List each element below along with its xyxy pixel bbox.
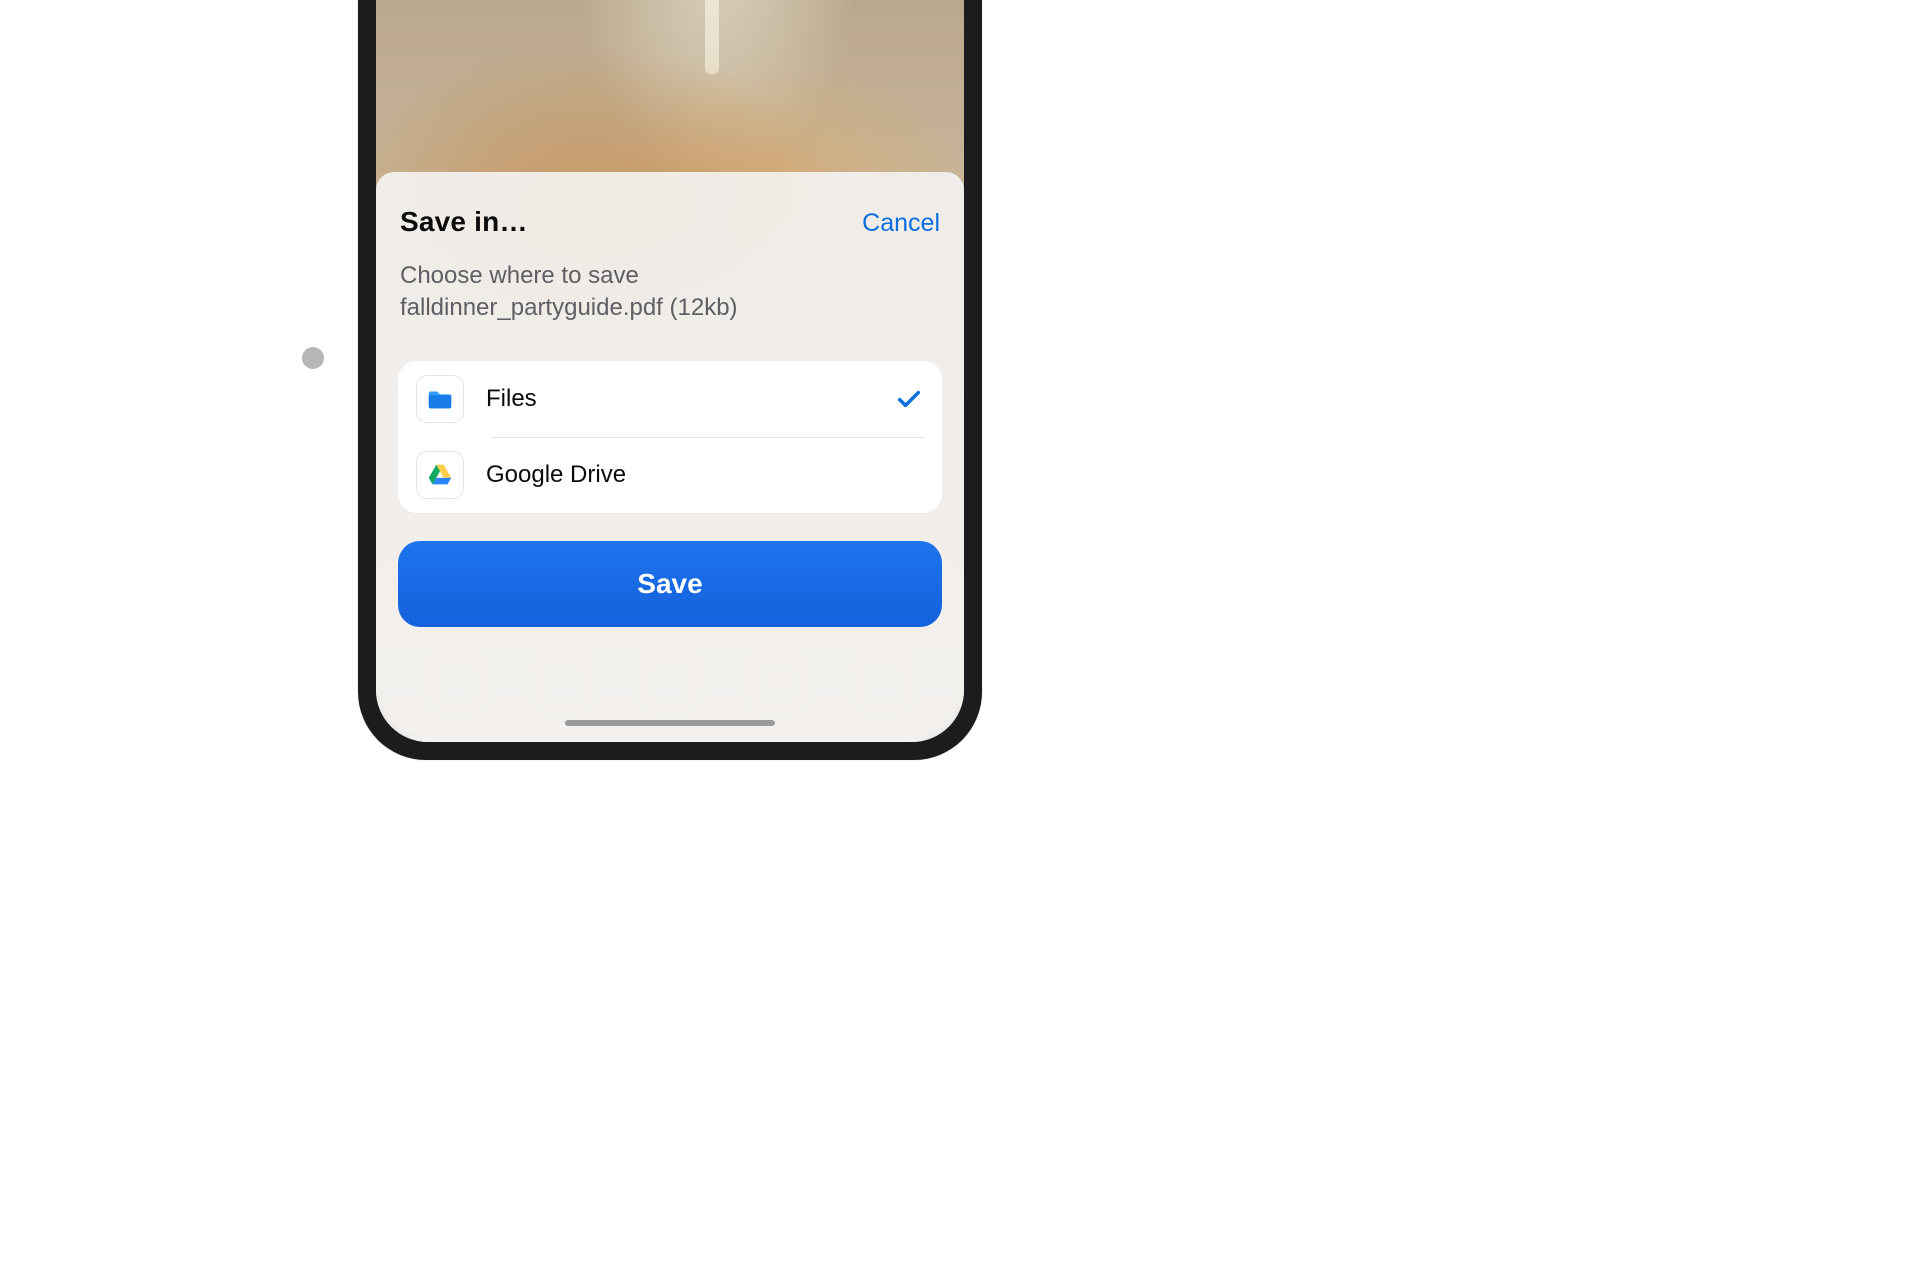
decorative-dot — [302, 347, 324, 369]
home-indicator — [565, 720, 775, 726]
cancel-button[interactable]: Cancel — [862, 209, 940, 238]
save-option-google-drive[interactable]: Google Drive — [398, 437, 942, 513]
checkmark-icon — [894, 384, 924, 414]
candle-decoration — [705, 0, 719, 74]
phone-frame: 23 Save in… Cancel Choose where to save … — [358, 0, 982, 760]
files-icon — [416, 375, 464, 423]
save-button[interactable]: Save — [398, 541, 942, 627]
save-location-list: Files — [398, 361, 942, 513]
save-option-files[interactable]: Files — [398, 361, 942, 437]
google-drive-icon — [416, 451, 464, 499]
save-option-label: Files — [486, 385, 894, 413]
sheet-header: Save in… Cancel — [398, 206, 942, 238]
save-option-label: Google Drive — [486, 461, 924, 489]
sheet-subtitle: Choose where to save falldinner_partygui… — [398, 260, 888, 325]
phone-screen: 23 Save in… Cancel Choose where to save … — [376, 0, 964, 742]
sheet-title: Save in… — [400, 206, 528, 238]
save-sheet: Save in… Cancel Choose where to save fal… — [376, 172, 964, 742]
